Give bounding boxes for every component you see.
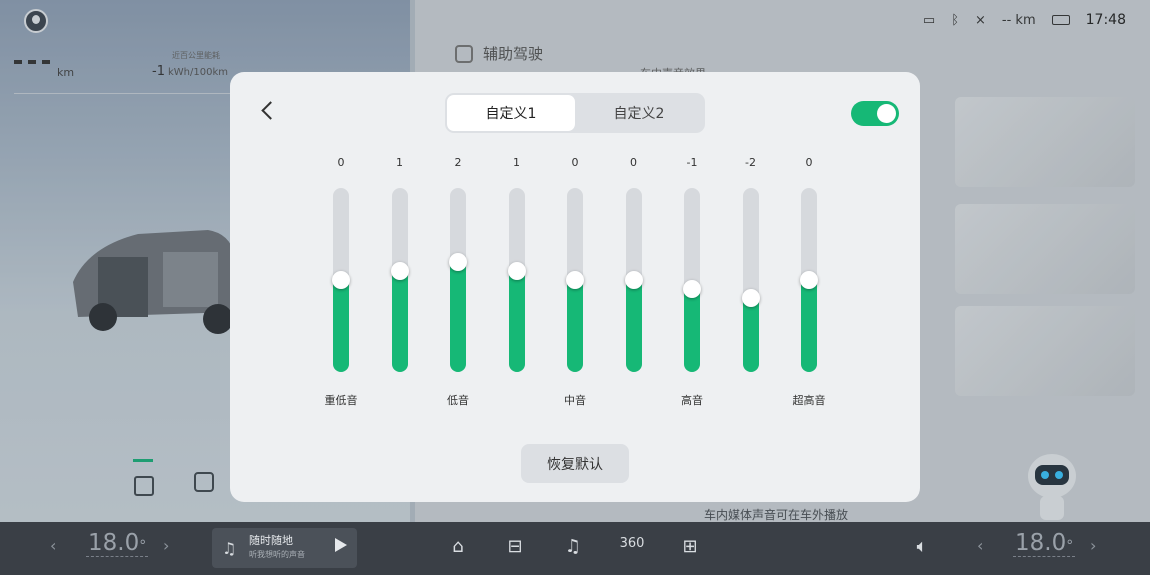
- eq-slider-fill: [450, 261, 466, 372]
- eq-band-value: 1: [396, 156, 403, 169]
- temp-right-increase-icon[interactable]: ›: [1090, 536, 1096, 555]
- eq-slider-track[interactable]: [391, 188, 408, 372]
- eq-band-label: 中音: [564, 394, 586, 407]
- music-title: 随时随地: [249, 534, 293, 547]
- eq-band-label: 重低音: [324, 394, 358, 407]
- eq-slider-fill: [391, 270, 408, 372]
- eq-slider-fill: [742, 298, 759, 372]
- play-icon[interactable]: [335, 538, 347, 552]
- music-widget[interactable]: ♫ 随时随地 听我想听的声音: [212, 528, 357, 568]
- eq-band-value: 0: [571, 156, 579, 169]
- music-icon[interactable]: ♫: [560, 536, 586, 560]
- degree-sign: °: [139, 538, 147, 554]
- reset-default-button[interactable]: 恢复默认: [521, 444, 629, 483]
- eq-band-value: 0: [630, 156, 637, 169]
- eq-band-value: -2: [745, 156, 756, 169]
- degree-sign: °: [1066, 538, 1074, 554]
- eq-slider-thumb[interactable]: [624, 271, 643, 289]
- eq-slider-thumb[interactable]: [332, 271, 350, 289]
- eq-slider-fill: [567, 280, 583, 372]
- eq-band-value: 1: [513, 156, 520, 169]
- eq-slider-thumb[interactable]: [741, 289, 760, 308]
- volume-icon[interactable]: 🔈︎: [909, 536, 935, 560]
- eq-slider-track[interactable]: [742, 188, 759, 372]
- eq-band-label: 低音: [447, 394, 469, 407]
- music-note-icon: ♫: [222, 539, 237, 558]
- music-subtitle: 听我想听的声音: [249, 550, 305, 559]
- equalizer-dialog: 自定义1 自定义2 0 重低音 1 2 低音 1 0 中音 0 -1 高音 -2 0 超高音 恢复默认: [230, 72, 920, 502]
- eq-band-value: 0: [805, 156, 813, 169]
- eq-slider-thumb[interactable]: [390, 261, 409, 280]
- eq-band-value: -1: [686, 156, 698, 169]
- camera-360-icon[interactable]: 360: [615, 536, 649, 560]
- eq-slider-fill: [508, 270, 525, 372]
- temperature-right[interactable]: 18.0°: [1013, 530, 1076, 557]
- eq-slider-thumb[interactable]: [566, 271, 584, 289]
- temp-right-decrease-icon[interactable]: ‹: [977, 536, 983, 555]
- eq-band-label: 超高音: [792, 394, 826, 407]
- eq-band-value: 2: [454, 156, 462, 169]
- temperature-left[interactable]: 18.0°: [86, 530, 149, 557]
- bottom-dock: ‹ 18.0° › ♫ 随时随地 听我想听的声音 ⌂ ⊟ ♫ 360 ⊞ 🔈︎ …: [0, 522, 1150, 575]
- temp-left-decrease-icon[interactable]: ‹: [50, 536, 56, 555]
- eq-slider-thumb[interactable]: [507, 261, 526, 280]
- eq-slider-fill: [684, 289, 700, 372]
- temp-left-value: 18.0: [88, 530, 140, 556]
- temp-right-value: 18.0: [1015, 530, 1067, 556]
- eq-slider-thumb[interactable]: [449, 252, 467, 271]
- car-icon[interactable]: ⊟: [502, 536, 528, 560]
- eq-slider-fill: [625, 280, 642, 372]
- eq-slider-track[interactable]: [508, 188, 525, 372]
- apps-icon[interactable]: ⊞: [677, 536, 703, 560]
- eq-band-value: 0: [337, 156, 345, 169]
- eq-slider-track[interactable]: [450, 188, 466, 372]
- eq-slider-fill: [801, 280, 817, 372]
- eq-band-label: 高音: [681, 394, 703, 407]
- eq-slider-thumb[interactable]: [800, 271, 818, 289]
- home-icon[interactable]: ⌂: [445, 536, 471, 560]
- equalizer: 0 重低音 1 2 低音 1 0 中音 0 -1 高音 -2 0 超高音: [230, 72, 920, 502]
- eq-slider-fill: [333, 280, 349, 372]
- temp-left-increase-icon[interactable]: ›: [163, 536, 169, 555]
